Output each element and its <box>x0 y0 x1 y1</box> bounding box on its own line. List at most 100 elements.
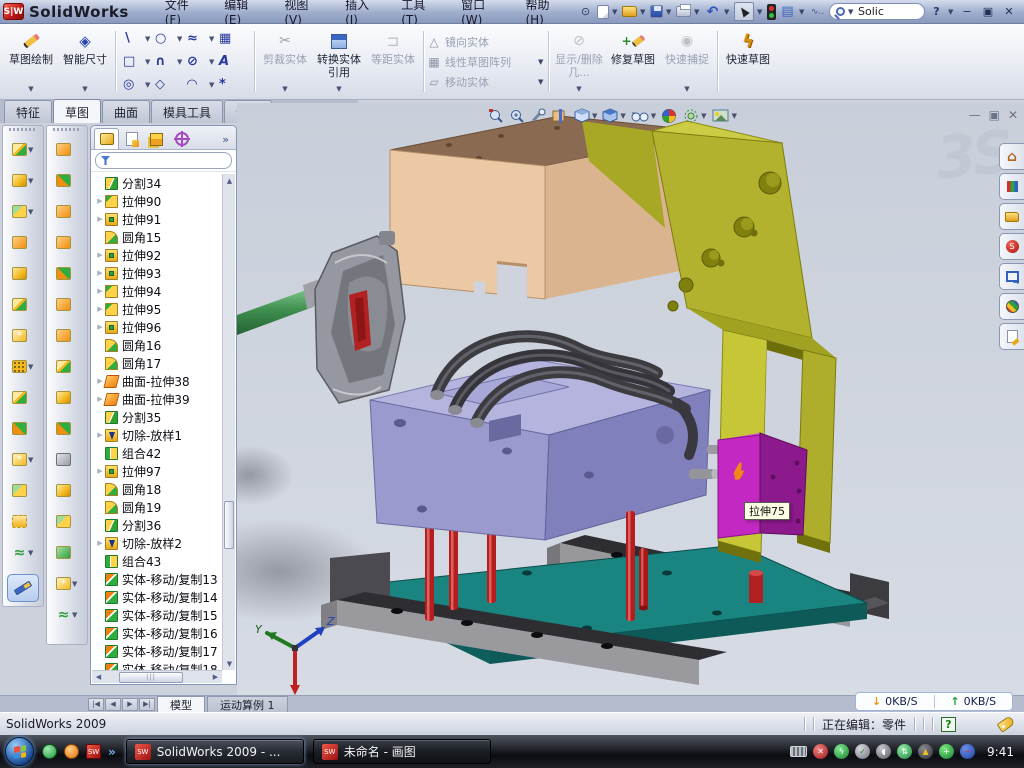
restore-button[interactable]: ▣ <box>979 4 997 20</box>
tree-item[interactable]: 圆角15 <box>95 228 222 246</box>
tree-item[interactable]: 分割34 <box>95 174 222 192</box>
mold-tool-button[interactable]: ▼ <box>47 444 87 475</box>
expand-arrow-icon[interactable] <box>95 323 105 331</box>
rectangle-tool[interactable]: □▼ <box>123 50 153 73</box>
tray-update-icon[interactable]: ✓ <box>855 744 870 759</box>
feature-tool-button[interactable]: ▼ <box>3 289 43 320</box>
search-box[interactable]: ▼ Solic <box>829 3 925 20</box>
section-view-icon[interactable] <box>550 107 570 125</box>
first-tab-button[interactable]: |◀ <box>88 698 104 711</box>
ellipse-tool[interactable]: ⊘▼ <box>187 50 217 73</box>
view-settings-icon[interactable]: ▼ <box>710 107 738 125</box>
tab-featuremanager-tree[interactable] <box>94 128 119 149</box>
line-tool[interactable]: ∖▼ <box>123 27 153 50</box>
tab-solidworks-resources[interactable]: ⌂ <box>999 143 1024 170</box>
expand-arrow-icon[interactable] <box>95 305 105 313</box>
tray-security-alert-icon[interactable]: ✕ <box>813 744 828 759</box>
undo-icon[interactable]: ↶ <box>704 3 721 20</box>
taskbar-clock[interactable]: 9:41 <box>987 745 1014 759</box>
apply-scene-icon[interactable]: ▼ <box>681 107 707 125</box>
feature-tool-button[interactable]: ▼ <box>3 444 43 475</box>
messenger-icon[interactable] <box>42 744 57 759</box>
minimize-button[interactable]: − <box>958 4 976 20</box>
ribbon-tab[interactable]: 曲面 <box>102 100 150 123</box>
feature-tool-button[interactable]: ▼ <box>3 413 43 444</box>
doc-restore-button[interactable]: ▣ <box>989 108 1000 122</box>
tab-dimxpertmanager[interactable] <box>169 128 194 149</box>
mold-tool-button[interactable]: ▼ <box>47 568 87 599</box>
next-tab-button[interactable]: ▶ <box>122 698 138 711</box>
mold-tool-button[interactable]: ▼ <box>47 165 87 196</box>
rebuild-icon[interactable] <box>767 4 776 20</box>
taskbar-window-button[interactable]: SW 未命名 - 画图 <box>313 739 491 764</box>
scroll-left-icon[interactable]: ◀ <box>92 671 105 684</box>
help-button[interactable]: ? <box>928 3 945 20</box>
feature-tool-button[interactable]: ▼ <box>3 537 43 568</box>
tree-item[interactable]: 拉伸97 <box>95 462 222 480</box>
zoom-to-area-icon[interactable] <box>508 107 527 125</box>
tab-appearances[interactable] <box>999 293 1024 320</box>
feature-tool-button[interactable]: ▼ <box>3 320 43 351</box>
view-orientation-icon[interactable]: ▼ <box>572 107 598 125</box>
feature-tool-button[interactable]: ▼ <box>3 134 43 165</box>
mold-tool-button[interactable]: ▼ <box>47 475 87 506</box>
tree-item[interactable]: 拉伸92 <box>95 246 222 264</box>
ribbon-tab[interactable]: 模具工具 <box>151 100 223 123</box>
selection-box-tool[interactable]: ▦ <box>219 27 247 50</box>
ribbon-tab[interactable]: 特征 <box>4 100 52 123</box>
tray-warning-icon[interactable]: ▲ <box>918 744 933 759</box>
quick-launch-overflow-icon[interactable]: » <box>108 745 116 759</box>
convert-entities-button[interactable]: 转换实体引用▼ <box>312 26 366 97</box>
expand-arrow-icon[interactable] <box>95 197 105 205</box>
tab-model[interactable]: 模型 <box>157 696 205 712</box>
expand-arrow-icon[interactable] <box>95 287 105 295</box>
tree-filter-input[interactable] <box>95 152 232 169</box>
linear-sketch-pattern-button[interactable]: ▦ 线性草图阵列▼ <box>427 53 545 71</box>
tree-item[interactable]: 组合43 <box>95 552 222 570</box>
mold-tool-button[interactable]: ▼ <box>47 413 87 444</box>
mold-tool-button[interactable]: ▼ <box>47 227 87 258</box>
start-button[interactable] <box>5 737 34 766</box>
solidworks-shortcut-icon[interactable]: SW <box>86 744 101 759</box>
tree-item[interactable]: 切除-放样1 <box>95 426 222 444</box>
hide-show-items-icon[interactable]: ▼ <box>629 107 657 125</box>
prev-tab-button[interactable]: ◀ <box>105 698 121 711</box>
mold-tool-button[interactable]: ▼ <box>47 258 87 289</box>
smart-dimension-button[interactable]: ◈ 智能尺寸▼ <box>58 26 112 97</box>
tree-horizontal-scrollbar[interactable]: ◀ ||| ▶ <box>92 670 222 683</box>
measure-tool-button[interactable] <box>7 574 39 602</box>
ribbon-tab[interactable]: 草图 <box>53 99 101 123</box>
arc-tool[interactable]: ∩▼ <box>155 50 185 73</box>
taskbar-window-button[interactable]: SW SolidWorks 2009 - ... <box>126 739 304 764</box>
feature-tool-button[interactable]: ▼ <box>3 382 43 413</box>
tree-item[interactable]: 分割35 <box>95 408 222 426</box>
print-icon[interactable] <box>676 6 691 17</box>
graphics-area[interactable]: 3S <box>237 103 1024 695</box>
tree-item[interactable]: 分割36 <box>95 516 222 534</box>
feature-tool-button[interactable]: ▼ <box>3 258 43 289</box>
expand-arrow-icon[interactable] <box>95 269 105 277</box>
point-tool[interactable]: * <box>219 73 247 96</box>
mold-tool-button[interactable]: ▼ <box>47 599 87 630</box>
magenta-insert-part[interactable] <box>718 433 807 538</box>
open-file-icon[interactable] <box>622 6 637 17</box>
edit-appearance-icon[interactable] <box>659 107 679 125</box>
feature-tool-button[interactable]: ▼ <box>3 506 43 537</box>
tree-item[interactable]: 拉伸96 <box>95 318 222 336</box>
feature-tool-button[interactable]: ▼ <box>3 351 43 382</box>
mold-tool-button[interactable]: ▼ <box>47 134 87 165</box>
doc-close-button[interactable]: ✕ <box>1008 108 1018 122</box>
spline-tool[interactable]: ≈▼ <box>187 27 217 50</box>
new-file-icon[interactable] <box>597 5 609 19</box>
tree-item[interactable]: 拉伸90 <box>95 192 222 210</box>
display-delete-relations-button[interactable]: ⊘ 显示/删除几...▼ <box>552 26 606 97</box>
mold-assembly-model[interactable]: Y Z X <box>237 103 1024 695</box>
tree-item[interactable]: 实体-移动/复制16 <box>95 624 222 642</box>
tree-item[interactable]: 拉伸95 <box>95 300 222 318</box>
feature-tool-button[interactable]: ▼ <box>3 165 43 196</box>
tree-item[interactable]: 实体-移动/复制18 <box>95 660 222 670</box>
tree-item[interactable]: 组合42 <box>95 444 222 462</box>
zoom-to-fit-icon[interactable] <box>487 107 506 125</box>
quick-tips-icon[interactable]: ? <box>941 717 956 732</box>
circle-tool[interactable]: ○▼ <box>155 27 185 50</box>
